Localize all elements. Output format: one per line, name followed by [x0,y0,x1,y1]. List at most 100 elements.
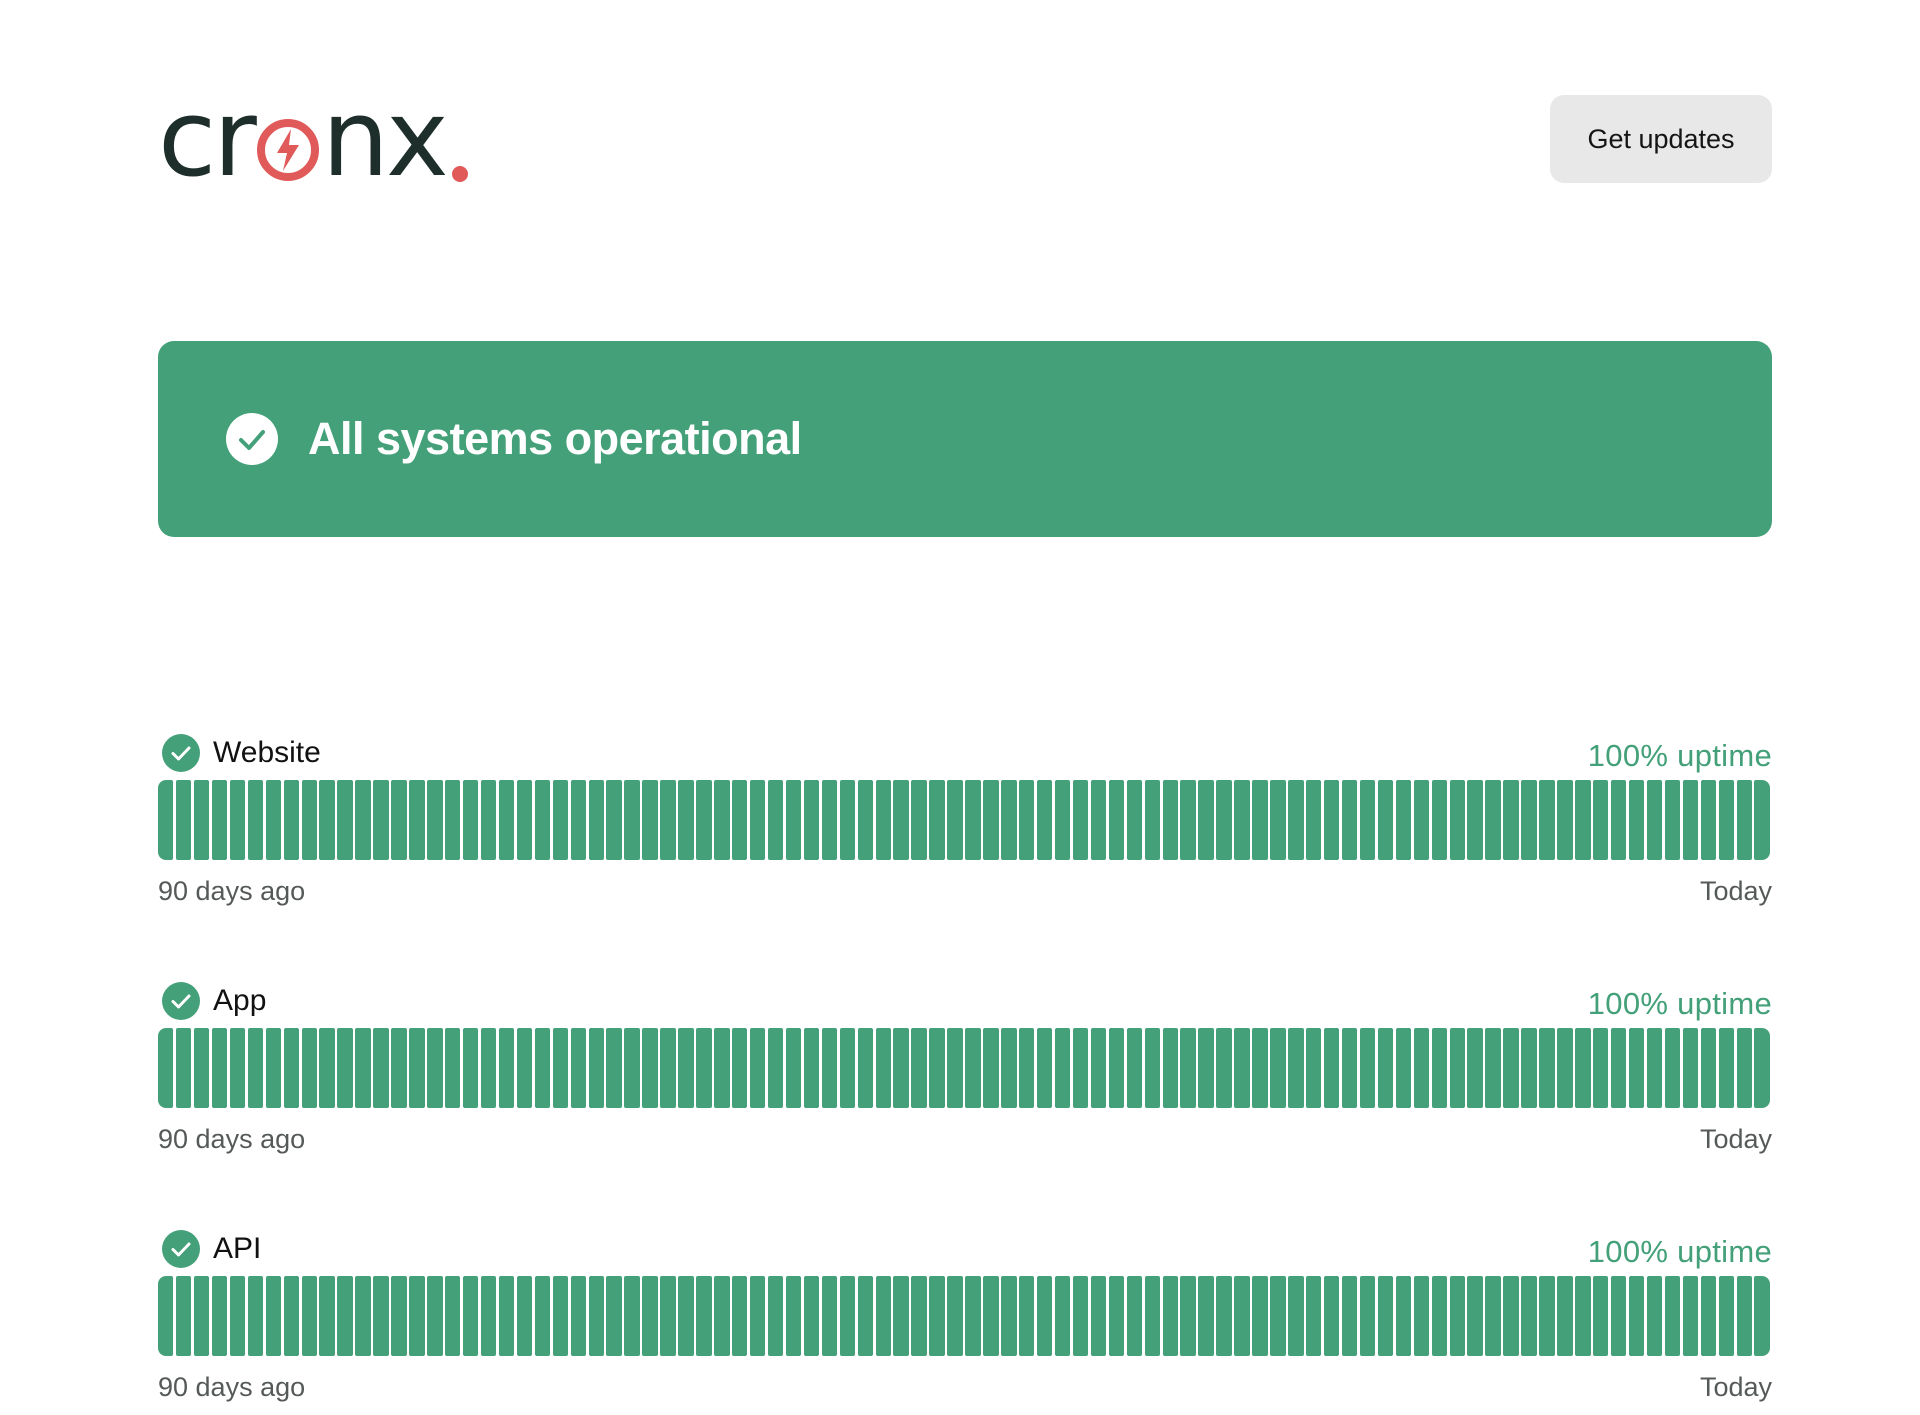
uptime-day-bar[interactable] [1718,1028,1734,1108]
uptime-day-bar[interactable] [803,1028,820,1108]
uptime-day-bar[interactable] [1323,780,1340,860]
uptime-day-bar[interactable] [732,1028,748,1108]
uptime-day-bar[interactable] [732,780,748,860]
uptime-day-bar[interactable] [570,780,586,860]
uptime-day-bar[interactable] [1090,780,1107,860]
uptime-day-bar[interactable] [947,1276,963,1356]
uptime-day-bar[interactable] [193,780,210,860]
uptime-day-bar[interactable] [1216,1276,1232,1356]
uptime-day-bar[interactable] [1485,1276,1501,1356]
uptime-day-bar[interactable] [1001,780,1017,860]
uptime-day-bar[interactable] [480,780,497,860]
uptime-day-bar[interactable] [301,780,317,860]
uptime-day-bar[interactable] [875,780,891,860]
uptime-day-bar[interactable] [283,1276,299,1356]
uptime-day-bar[interactable] [1467,1028,1483,1108]
uptime-day-bar[interactable] [678,780,694,860]
uptime-day-bar[interactable] [1539,1276,1555,1356]
uptime-day-bar[interactable] [1234,780,1250,860]
uptime-day-bar[interactable] [337,1028,353,1108]
uptime-day-bar[interactable] [301,1276,317,1356]
uptime-day-bar[interactable] [1754,1276,1770,1356]
uptime-day-bar[interactable] [175,1028,192,1108]
uptime-day-bar[interactable] [319,1028,335,1108]
uptime-day-bar[interactable] [1072,780,1089,860]
uptime-day-bar[interactable] [1216,780,1232,860]
uptime-day-bar[interactable] [1090,1028,1107,1108]
uptime-day-bar[interactable] [158,1276,174,1356]
uptime-day-bar[interactable] [391,1276,407,1356]
uptime-day-bar[interactable] [821,1276,838,1356]
uptime-day-bar[interactable] [1180,1276,1196,1356]
uptime-day-bar[interactable] [714,1276,730,1356]
uptime-day-bar[interactable] [1036,1028,1053,1108]
uptime-day-bar[interactable] [947,780,963,860]
uptime-day-bar[interactable] [588,1028,604,1108]
uptime-day-bar[interactable] [480,1276,497,1356]
uptime-day-bar[interactable] [1557,780,1573,860]
uptime-day-bar[interactable] [893,780,909,860]
uptime-day-bar[interactable] [1252,1028,1268,1108]
uptime-day-bar[interactable] [1359,1276,1376,1356]
uptime-day-bar[interactable] [1377,1028,1394,1108]
uptime-day-bar[interactable] [1575,1276,1591,1356]
uptime-day-bar[interactable] [1736,1028,1752,1108]
uptime-day-bar[interactable] [1198,1276,1214,1356]
uptime-day-bar[interactable] [391,1028,407,1108]
uptime-day-bar[interactable] [678,1276,694,1356]
uptime-day-bar[interactable] [1306,780,1322,860]
uptime-day-bar[interactable] [1449,780,1465,860]
uptime-day-bar[interactable] [373,780,389,860]
uptime-day-bar[interactable] [1198,1028,1214,1108]
uptime-day-bar[interactable] [1216,1028,1232,1108]
uptime-day-bar[interactable] [1557,1028,1573,1108]
uptime-day-bar[interactable] [1736,780,1752,860]
uptime-day-bar[interactable] [1682,1028,1699,1108]
uptime-day-bar[interactable] [1090,1276,1107,1356]
uptime-day-bar[interactable] [1162,780,1178,860]
uptime-day-bar[interactable] [337,1276,353,1356]
uptime-day-bar[interactable] [193,1028,210,1108]
uptime-day-bar[interactable] [247,780,264,860]
uptime-day-bar[interactable] [355,1028,371,1108]
uptime-day-bar[interactable] [588,780,604,860]
uptime-day-bar[interactable] [624,1276,640,1356]
get-updates-button[interactable]: Get updates [1550,95,1772,183]
uptime-day-bar[interactable] [983,1276,999,1356]
uptime-day-bar[interactable] [1628,1028,1645,1108]
uptime-day-bar[interactable] [211,1028,228,1108]
uptime-day-bar[interactable] [1359,780,1376,860]
uptime-day-bar[interactable] [839,1028,856,1108]
uptime-day-bar[interactable] [749,780,766,860]
uptime-day-bar[interactable] [1054,780,1071,860]
uptime-day-bar[interactable] [1270,1276,1286,1356]
uptime-day-bar[interactable] [193,1276,210,1356]
uptime-day-bar[interactable] [158,780,174,860]
uptime-day-bar[interactable] [696,780,712,860]
uptime-day-bar[interactable] [1646,780,1663,860]
uptime-day-bar[interactable] [211,780,228,860]
uptime-day-bar[interactable] [1108,1276,1125,1356]
uptime-day-bar[interactable] [247,1028,264,1108]
uptime-day-bar[interactable] [1413,780,1430,860]
uptime-day-bar[interactable] [1593,780,1609,860]
uptime-day-bar[interactable] [965,780,981,860]
uptime-day-bar[interactable] [445,1276,461,1356]
uptime-day-bar[interactable] [373,1276,389,1356]
uptime-day-bar[interactable] [427,780,443,860]
uptime-day-bar[interactable] [1234,1276,1250,1356]
uptime-day-bar[interactable] [516,1276,533,1356]
uptime-day-bar[interactable] [911,1276,927,1356]
uptime-day-bar[interactable] [1019,1028,1035,1108]
uptime-day-bar[interactable] [1234,1028,1250,1108]
uptime-day-bar[interactable] [1575,780,1591,860]
uptime-day-bar[interactable] [1162,1276,1178,1356]
uptime-day-bar[interactable] [1306,1276,1322,1356]
uptime-day-bar[interactable] [265,780,282,860]
uptime-day-bar[interactable] [1323,1276,1340,1356]
uptime-day-bar[interactable] [1108,1028,1125,1108]
uptime-day-bar[interactable] [1575,1028,1591,1108]
uptime-day-bar[interactable] [1288,780,1304,860]
uptime-day-bar[interactable] [1108,780,1125,860]
uptime-day-bar[interactable] [498,1028,515,1108]
